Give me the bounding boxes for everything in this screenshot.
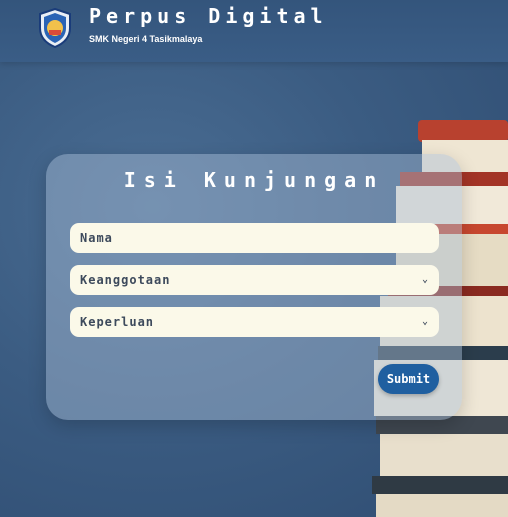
form-title: Isi Kunjungan [123,168,385,192]
submit-button[interactable]: Submit [378,364,439,394]
brand-subtitle: SMK Negeri 4 Tasikmalaya [89,34,203,44]
purpose-select-label: Keperluan [80,315,155,329]
brand-title: Perpus Digital [89,4,328,28]
chevron-down-icon: ⌄ [421,316,429,327]
name-input[interactable] [70,223,439,253]
chevron-down-icon: ⌄ [421,274,429,285]
purpose-select[interactable]: Keperluan ⌄ [70,307,439,337]
membership-select[interactable]: Keanggotaan ⌄ [70,265,439,295]
school-logo-icon [39,8,71,48]
membership-select-label: Keanggotaan [80,273,171,287]
app-header: Perpus Digital SMK Negeri 4 Tasikmalaya [0,0,508,62]
